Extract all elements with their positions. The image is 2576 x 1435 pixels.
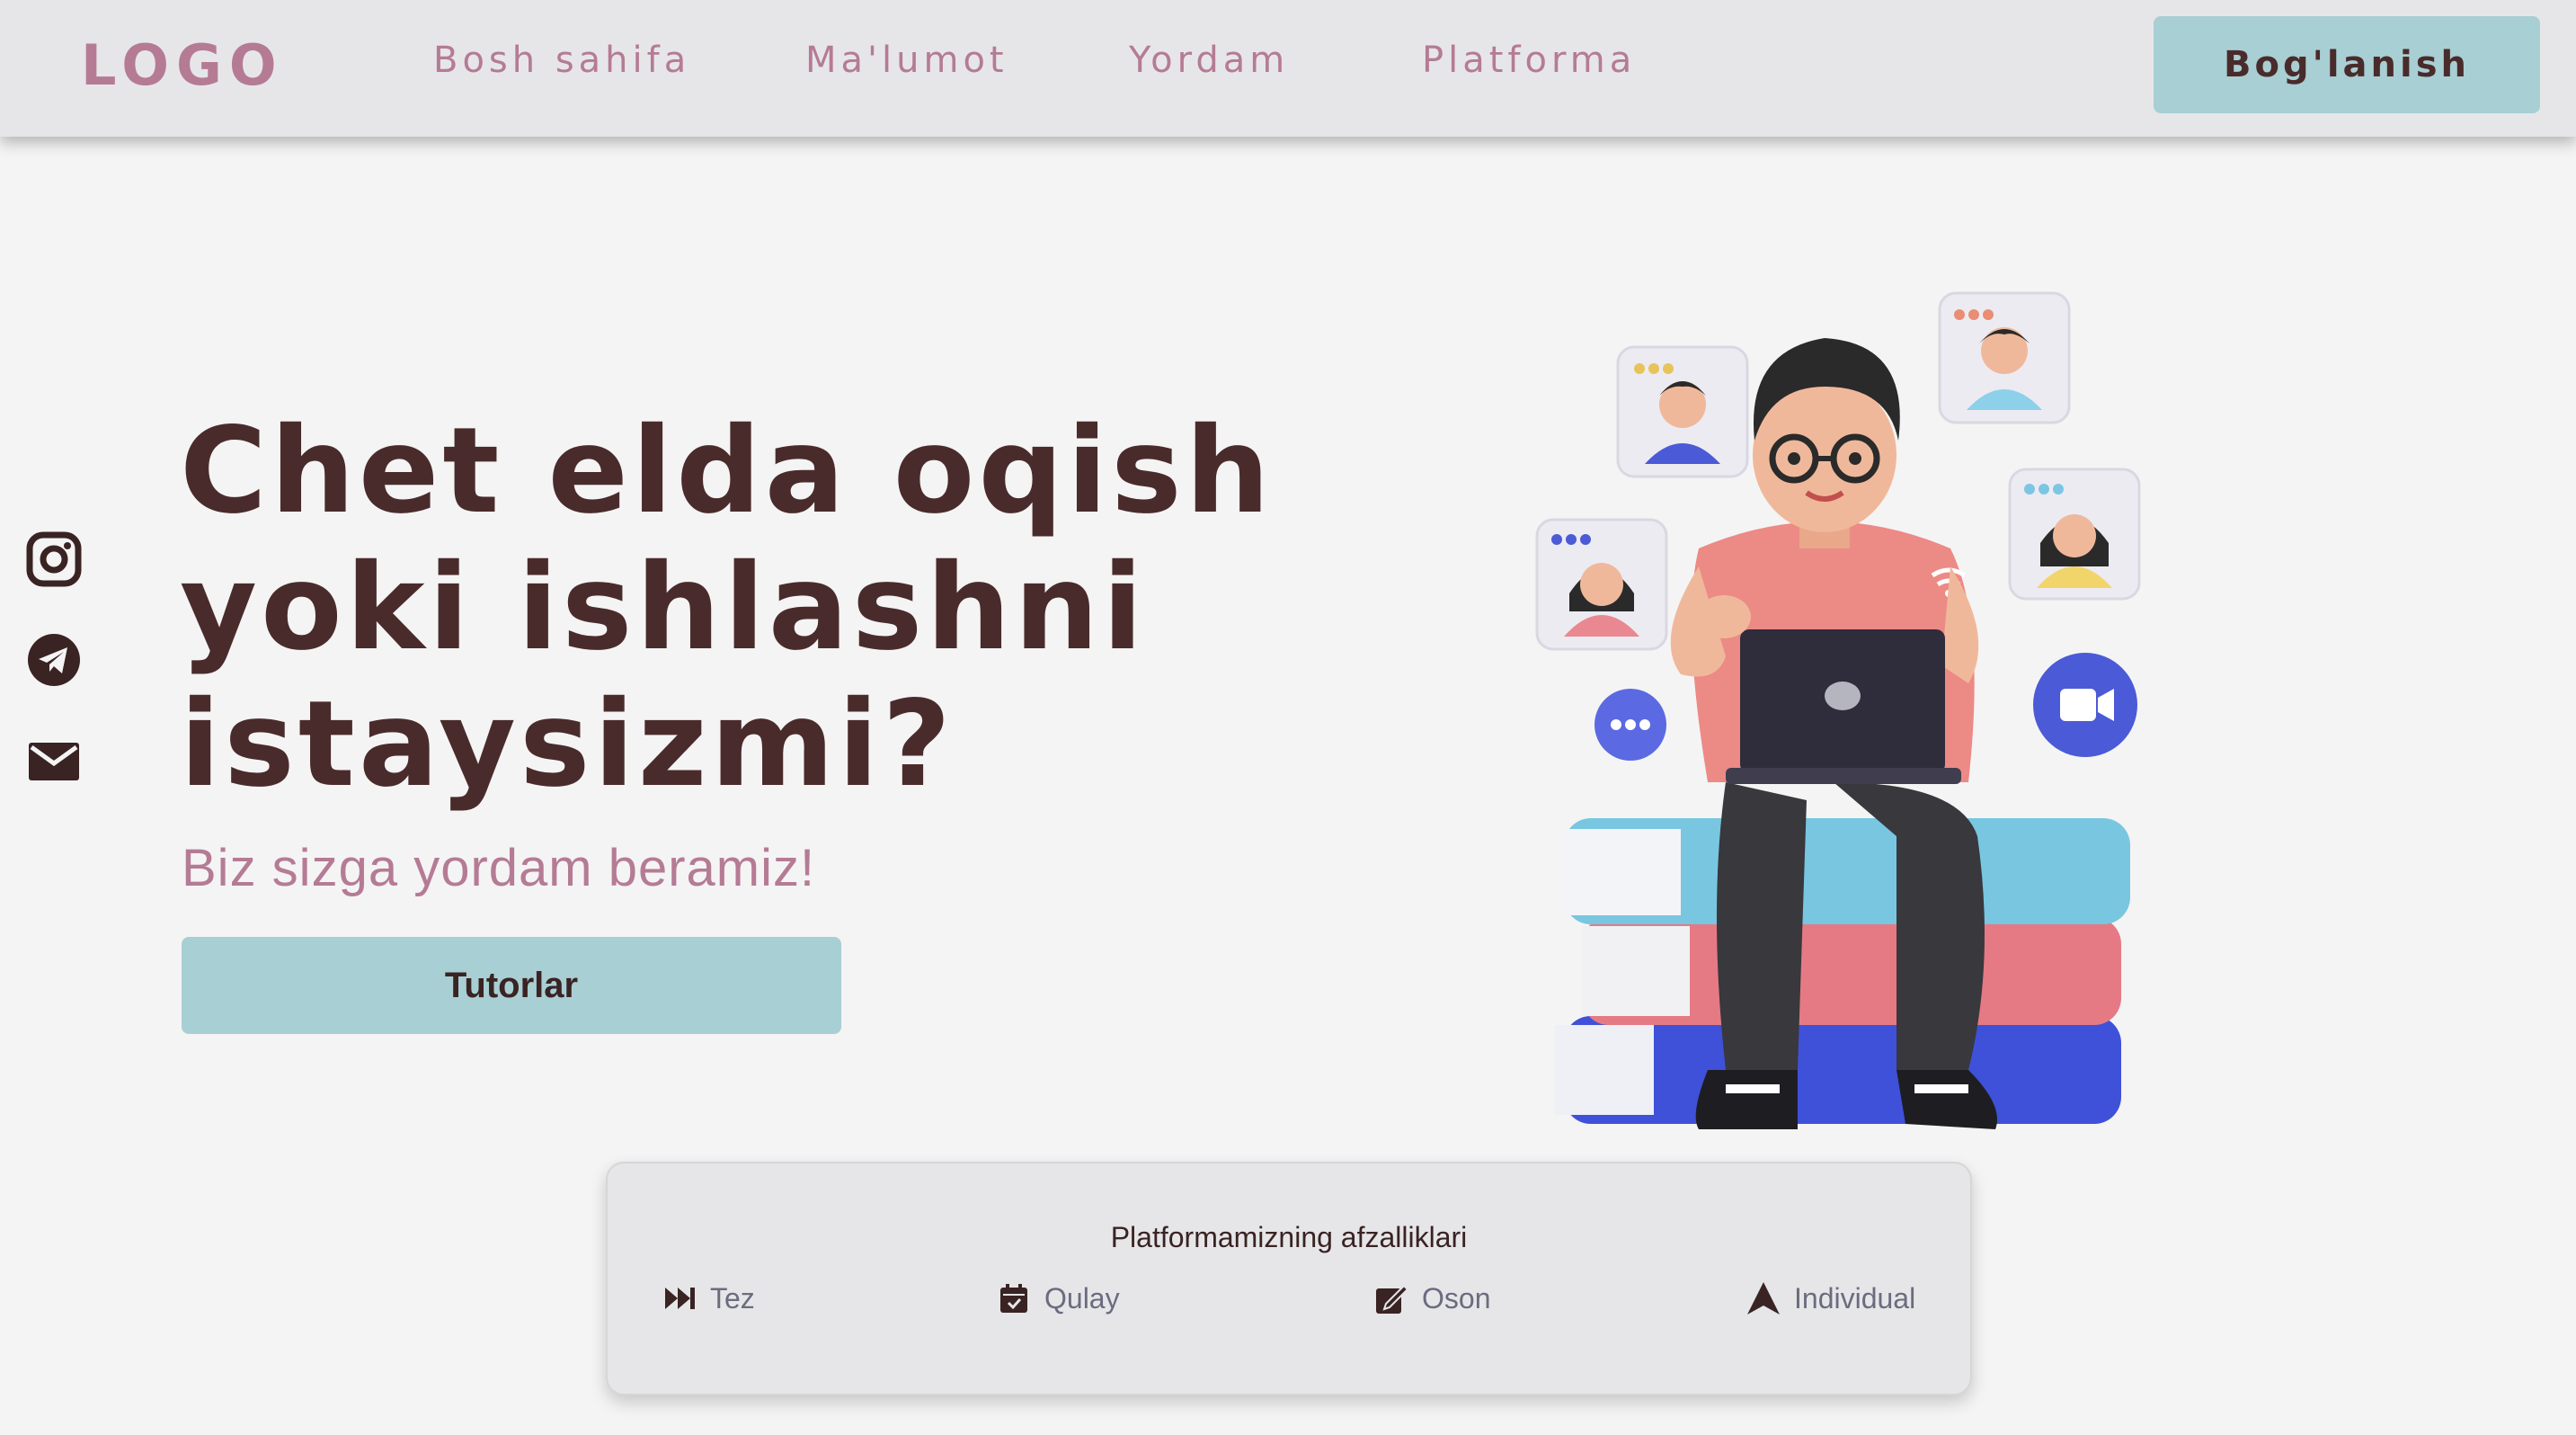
hero-title-line: Chet elda oqish: [180, 402, 1274, 540]
video-call-icon: [2033, 653, 2137, 757]
contact-button[interactable]: Bog'lanish: [2154, 16, 2540, 113]
nav-link-help[interactable]: Yordam: [1129, 40, 1289, 81]
features-card: Platformamizning afzalliklari Tez Qulay …: [606, 1162, 1972, 1395]
feature-label: Qulay: [1044, 1281, 1120, 1315]
telegram-icon[interactable]: [25, 631, 83, 689]
chat-bubble-icon: [1594, 689, 1666, 761]
avatar-card-icon: [1938, 291, 2071, 424]
top-navbar: LOGO Bosh sahifa Ma'lumot Yordam Platfor…: [0, 0, 2576, 137]
logo[interactable]: LOGO: [81, 32, 284, 98]
edit-icon: [1376, 1284, 1409, 1314]
nav-link-platform[interactable]: Platforma: [1422, 40, 1636, 81]
fast-forward-icon: [665, 1288, 695, 1309]
nav-link-home[interactable]: Bosh sahifa: [433, 40, 690, 81]
avatar-card-icon: [1535, 518, 1668, 651]
feature-individual: Individual: [1745, 1280, 1915, 1316]
nav-link-info[interactable]: Ma'lumot: [805, 40, 1008, 81]
feature-fast: Tez: [662, 1280, 755, 1316]
feature-label: Oson: [1422, 1281, 1491, 1315]
calendar-icon: [1000, 1284, 1027, 1313]
arrow-up-icon: [1747, 1282, 1780, 1315]
hero-illustration: [1535, 291, 2141, 1129]
hero-title-line: yoki ishlashni: [180, 539, 1147, 677]
avatar-card-icon: [1616, 345, 1749, 478]
features-title: Platformamizning afzalliklari: [1110, 1221, 1468, 1253]
hero-subtitle: Biz sizga yordam beramiz!: [182, 839, 816, 897]
tutors-button[interactable]: Tutorlar: [182, 937, 841, 1034]
hero-title-line: istaysizmi?: [180, 675, 955, 814]
feature-convenient: Qulay: [996, 1280, 1120, 1316]
feature-easy: Oson: [1373, 1280, 1490, 1316]
feature-label: Individual: [1794, 1281, 1916, 1315]
feature-label: Tez: [710, 1281, 755, 1315]
mail-icon[interactable]: [25, 732, 83, 789]
hero-title: Chet elda oqish yoki ishlashni istaysizm…: [180, 403, 1348, 813]
instagram-icon[interactable]: [25, 530, 83, 588]
books-stack-illustration: [1555, 818, 2130, 1124]
avatar-card-icon: [2008, 468, 2141, 601]
